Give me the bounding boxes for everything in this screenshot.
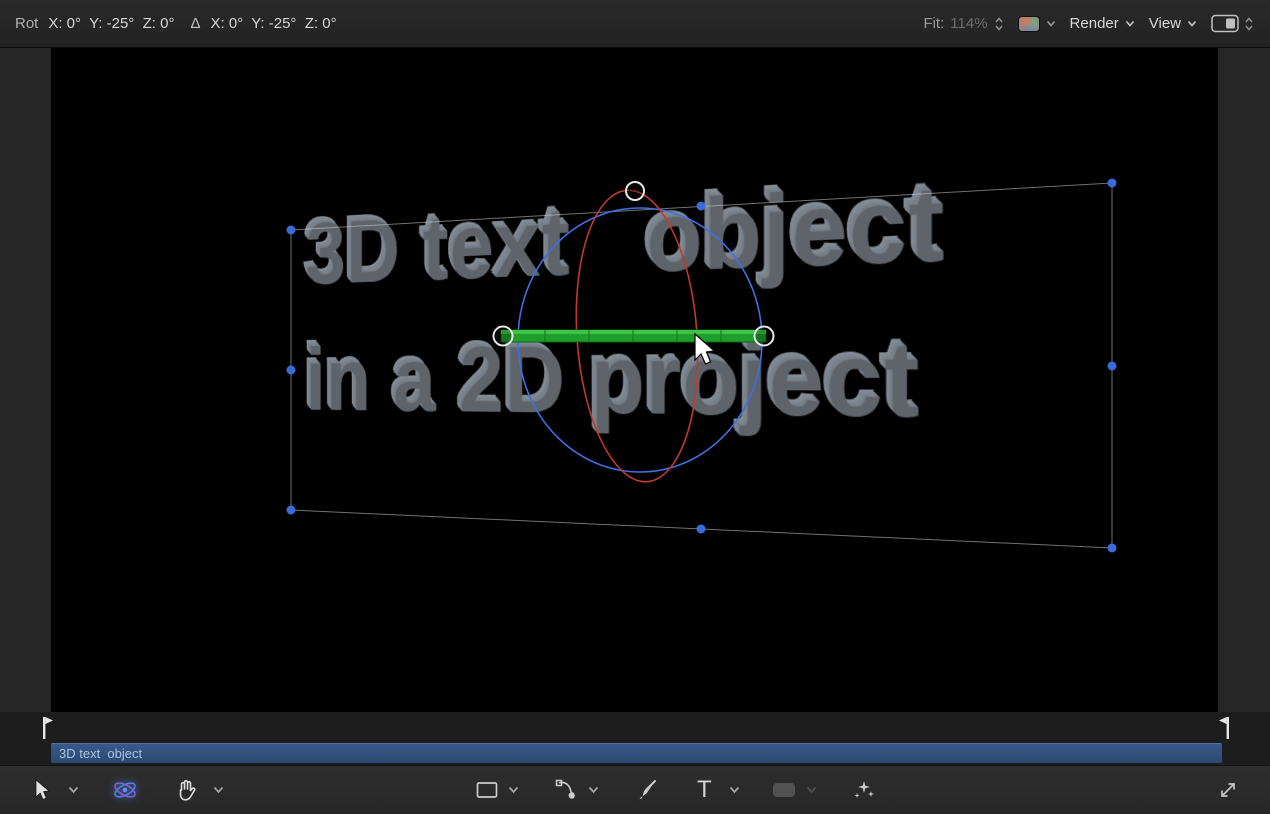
chevron-down-icon xyxy=(1125,20,1135,27)
render-menu[interactable]: Render xyxy=(1070,15,1135,32)
expand-arrows-icon xyxy=(1218,780,1238,800)
timeline-marker-row xyxy=(0,712,1270,742)
color-well-icon xyxy=(1018,16,1040,32)
bezier-tool-chevron[interactable] xyxy=(588,786,599,794)
handle-bottom-center[interactable] xyxy=(697,525,706,534)
handle-mid-left[interactable] xyxy=(287,366,296,375)
chevron-down-icon xyxy=(588,786,599,794)
stepper-icon xyxy=(1244,16,1254,32)
text-tool-icon: T xyxy=(697,776,712,804)
text-tool-chevron[interactable] xyxy=(729,786,740,794)
pan-tool-button[interactable] xyxy=(176,779,196,801)
view-menu[interactable]: View xyxy=(1149,15,1197,32)
handle-bottom-left[interactable] xyxy=(287,506,296,515)
zoom-fit-control[interactable]: Fit: 114% xyxy=(923,15,1003,32)
magic-wand-icon xyxy=(852,779,876,801)
canvas-background: 3D text object in a 2D project xyxy=(0,48,1270,712)
mask-tool-chevron[interactable] xyxy=(806,786,817,794)
3d-text-line1-right: object xyxy=(646,169,945,287)
canvas-status-bar: Rot X: 0° Y: -25° Z: 0° Δ X: 0° Y: -25° … xyxy=(0,0,1270,48)
delta-icon: Δ xyxy=(190,15,200,32)
rectangle-tool-button[interactable] xyxy=(476,781,498,799)
paint-stroke-tool-button[interactable] xyxy=(636,779,658,801)
pan-tool-chevron[interactable] xyxy=(213,786,224,794)
mini-timeline: 3D text object xyxy=(0,712,1270,765)
canvas-toolbar: T xyxy=(0,765,1270,814)
expand-view-button[interactable] xyxy=(1218,780,1238,800)
bezier-pen-icon xyxy=(555,779,579,801)
motion-app-window: Rot X: 0° Y: -25° Z: 0° Δ X: 0° Y: -25° … xyxy=(0,0,1270,814)
rectangle-tool-chevron[interactable] xyxy=(508,786,519,794)
hand-icon xyxy=(176,779,196,801)
render-menu-label: Render xyxy=(1070,15,1119,32)
chevron-down-icon xyxy=(729,786,740,794)
3d-transform-tool-button[interactable] xyxy=(112,778,138,802)
brush-icon xyxy=(636,779,658,801)
3d-text-line1-left: 3D text xyxy=(306,194,571,298)
handle-bottom-right[interactable] xyxy=(1108,544,1117,553)
cursor-arrow-icon xyxy=(32,779,50,801)
mask-tool-button[interactable] xyxy=(772,782,796,798)
3d-text-object[interactable]: 3D text object in a 2D project xyxy=(306,152,1211,439)
3d-text-gap xyxy=(571,272,647,275)
fit-label: Fit: xyxy=(923,15,944,32)
chevron-down-icon xyxy=(508,786,519,794)
timeline-layer-label: 3D text object xyxy=(51,746,142,761)
zoom-level-value: 114% xyxy=(950,15,987,32)
play-range-end-marker-icon[interactable] xyxy=(1216,715,1232,741)
chevron-down-icon xyxy=(1187,20,1197,27)
chevron-down-icon xyxy=(806,786,817,794)
color-well-dropdown[interactable] xyxy=(1018,16,1056,32)
view-menu-label: View xyxy=(1149,15,1181,32)
rotation-label: Rot xyxy=(15,15,38,32)
rectangle-icon xyxy=(476,781,498,799)
mask-shape-icon xyxy=(772,782,796,798)
3d-text-line2: in a 2D project xyxy=(306,321,1211,438)
chevron-down-icon xyxy=(1046,20,1056,27)
chevron-down-icon xyxy=(68,786,79,794)
select-tool-chevron[interactable] xyxy=(68,786,79,794)
stepper-icon[interactable] xyxy=(994,16,1004,32)
timeline-layer-bar[interactable]: 3D text object xyxy=(51,743,1222,763)
rotation-values: X: 0° Y: -25° Z: 0° xyxy=(48,15,174,32)
canvas-viewport[interactable]: 3D text object in a 2D project xyxy=(51,48,1218,712)
text-tool-button[interactable]: T xyxy=(697,776,712,804)
3d-transform-icon xyxy=(112,778,138,802)
chevron-down-icon xyxy=(213,786,224,794)
rotation-readout: Rot X: 0° Y: -25° Z: 0° Δ X: 0° Y: -25° … xyxy=(0,15,337,32)
handle-top-left[interactable] xyxy=(287,226,296,235)
display-layout-icon xyxy=(1211,14,1239,33)
rotation-delta-values: X: 0° Y: -25° Z: 0° xyxy=(210,15,336,32)
adjust-wand-tool-button[interactable] xyxy=(852,779,876,801)
play-range-start-marker-icon[interactable] xyxy=(40,715,56,741)
select-transform-tool-button[interactable] xyxy=(32,779,50,801)
bezier-tool-button[interactable] xyxy=(555,779,579,801)
display-layout-control[interactable] xyxy=(1211,14,1254,33)
